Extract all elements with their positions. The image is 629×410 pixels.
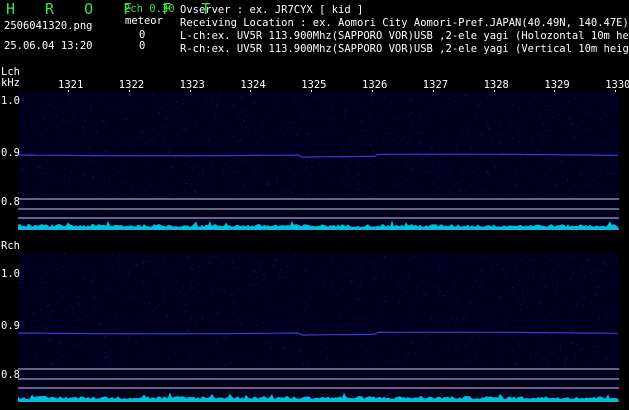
rch-ytick-0-9: 0.9 xyxy=(1,320,20,332)
signal-level-trace xyxy=(18,220,619,230)
observer-line: Ovserver : ex. JR7CYX [ kid ] xyxy=(180,4,364,16)
lch-waterfall xyxy=(18,92,619,230)
lch-ytick-0-8: 0.8 xyxy=(1,196,20,208)
time-tick-1324: 1324 xyxy=(240,79,266,91)
time-tick-1322: 1322 xyxy=(118,79,145,91)
capture-datetime: 25.06.04 13:20 xyxy=(4,40,93,52)
khz-label: kHz xyxy=(1,77,20,89)
location-line: Receiving Location : ex. Aomori City Aom… xyxy=(180,17,629,29)
time-tick-1329: 1329 xyxy=(544,79,570,91)
file-name: 2506041320.png xyxy=(4,20,93,32)
station-info: Ovserver : ex. JR7CYX [ kid ] Receiving … xyxy=(180,4,629,56)
lch-config-line: L-ch:ex. UV5R 113.900Mhz(SAPPORO VOR)USB… xyxy=(180,30,629,42)
meteor-count-rch: 0 xyxy=(139,40,146,52)
lch-ytick-1-0: 1.0 xyxy=(1,95,20,107)
time-tick-1327: 1327 xyxy=(422,79,449,91)
carrier-trace xyxy=(18,153,618,158)
lch-spectrogram xyxy=(18,92,619,230)
rch-waterfall xyxy=(18,253,619,402)
rch-spectrogram xyxy=(18,253,619,402)
time-tick-1321: 1321 xyxy=(58,79,84,91)
time-tick-1330: 1330 xyxy=(605,79,629,91)
time-tick-1325: 1325 xyxy=(301,79,327,91)
app-version: 2ch 0.30 xyxy=(124,3,175,15)
carrier-trace xyxy=(18,331,618,336)
lch-ytick-0-9: 0.9 xyxy=(1,147,20,159)
meteor-label: meteor xyxy=(125,15,163,27)
time-tick-1328: 1328 xyxy=(483,79,509,91)
signal-level-trace xyxy=(18,392,619,402)
rch-ytick-0-8: 0.8 xyxy=(1,369,20,381)
rch-config-line: R-ch:ex. UV5R 113.900Mhz(SAPPORO VOR)USB… xyxy=(180,43,629,55)
time-tick-1326: 1326 xyxy=(362,79,388,91)
rch-label: Rch xyxy=(1,240,20,252)
time-tick-1323: 1323 xyxy=(179,79,205,91)
rch-ytick-1-0: 1.0 xyxy=(1,268,20,280)
